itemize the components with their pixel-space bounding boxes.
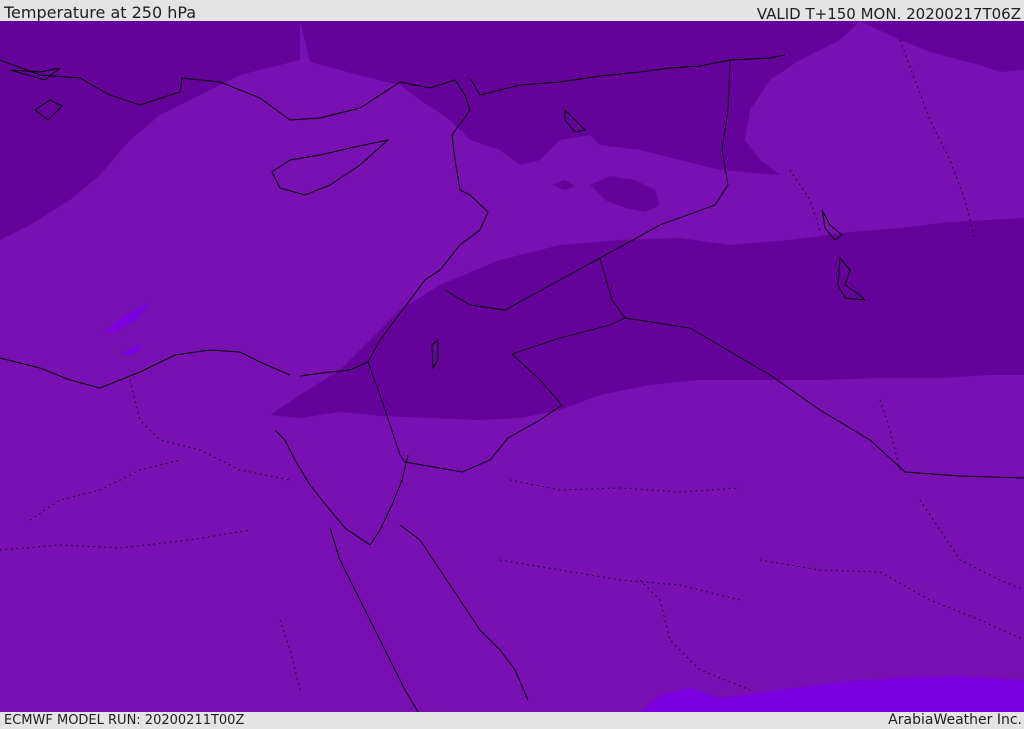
temperature-map [0,21,1024,712]
model-run-label: ECMWF MODEL RUN: 20200211T00Z [4,713,245,728]
footer-bar: ECMWF MODEL RUN: 20200211T00Z ArabiaWeat… [0,712,1024,729]
map-title: Temperature at 250 hPa [4,3,197,22]
credit-label: ArabiaWeather Inc. [888,712,1022,728]
header-bar: Temperature at 250 hPa VALID T+150 MON. … [0,0,1024,23]
